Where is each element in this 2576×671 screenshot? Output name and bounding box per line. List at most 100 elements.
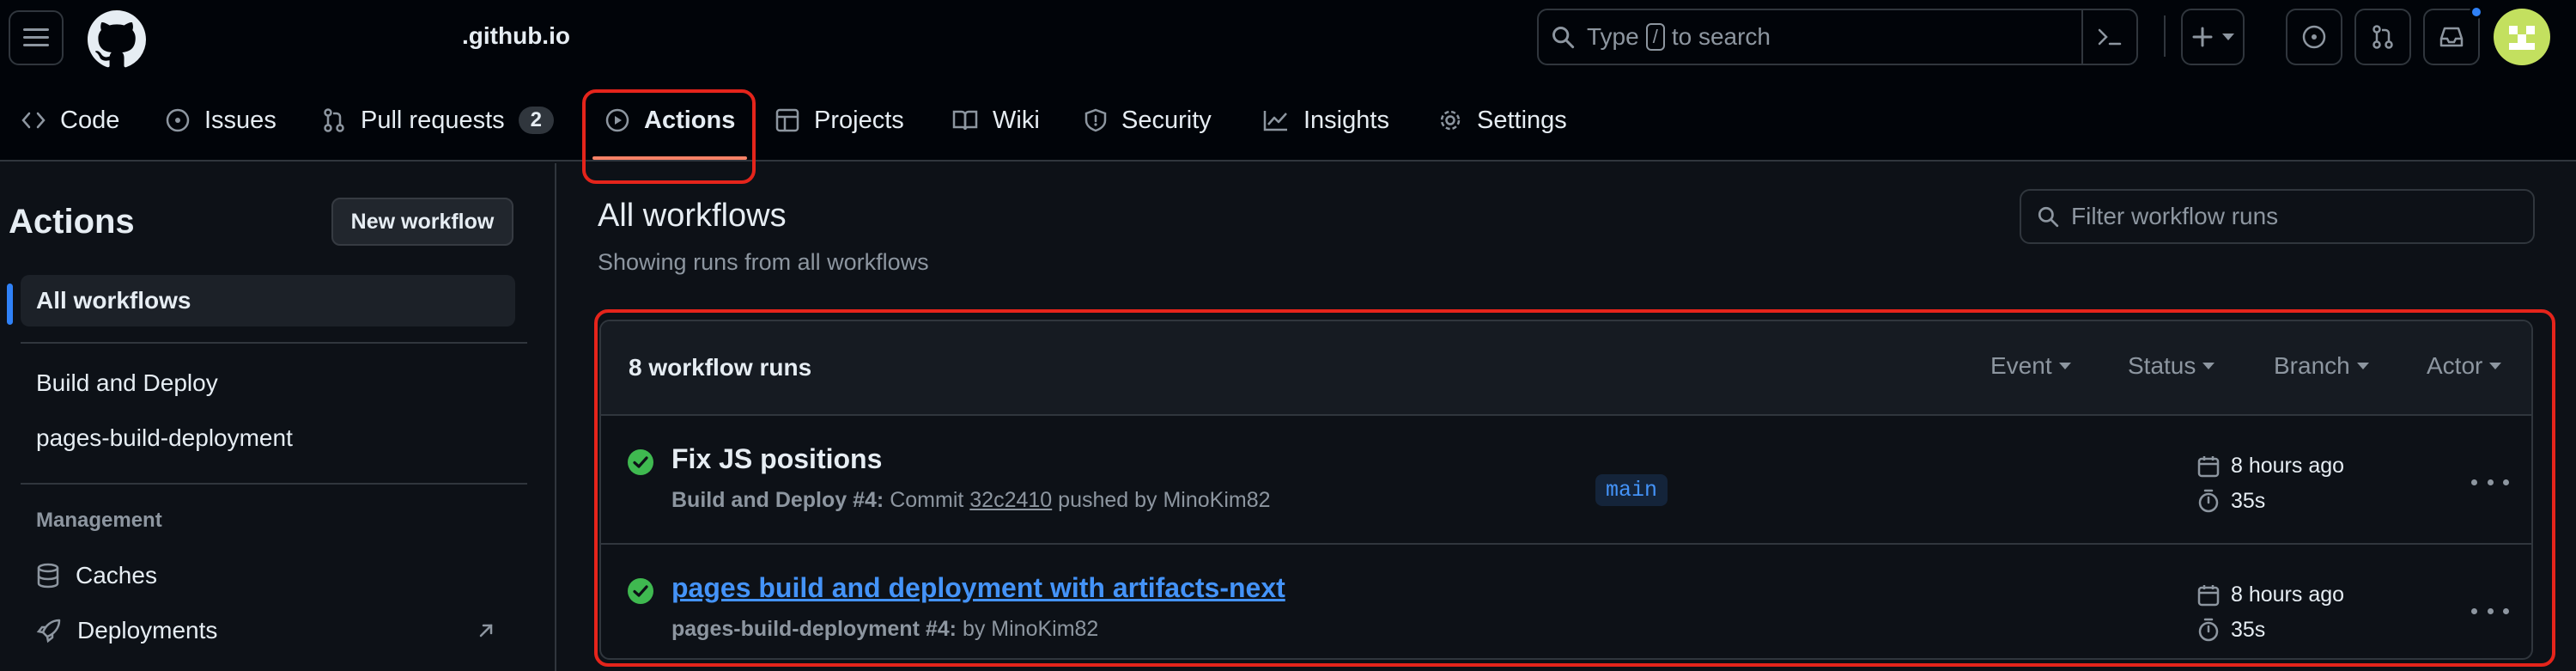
stopwatch-icon bbox=[2198, 618, 2219, 642]
chevron-down-icon bbox=[2222, 34, 2234, 40]
tab-security[interactable]: Security bbox=[1084, 95, 1212, 146]
filter-placeholder: Filter workflow runs bbox=[2071, 203, 2279, 229]
highlight-actions-tab bbox=[582, 89, 756, 184]
arrow-up-right-icon bbox=[479, 624, 493, 637]
run-time-text: 8 hours ago bbox=[2231, 583, 2345, 607]
management-heading: Management bbox=[36, 509, 162, 532]
tab-label: Pull requests bbox=[361, 106, 505, 134]
issue-opened-icon bbox=[2302, 25, 2326, 49]
run-meta: Build and Deploy #4: Commit 32c2410 push… bbox=[671, 488, 1271, 513]
chevron-down-icon bbox=[2489, 363, 2502, 369]
plus-icon bbox=[2192, 27, 2213, 47]
search-icon bbox=[2038, 206, 2059, 228]
run-duration: 35s bbox=[2196, 488, 2265, 514]
sidebar-item-deployments[interactable]: Deployments bbox=[21, 605, 515, 656]
database-icon bbox=[37, 563, 59, 589]
chevron-down-icon bbox=[2202, 363, 2215, 369]
run-meta-commit-label: Commit bbox=[890, 488, 964, 512]
calendar-icon bbox=[2197, 455, 2220, 477]
run-time-text: 8 hours ago bbox=[2231, 454, 2345, 478]
tab-label: Projects bbox=[814, 106, 904, 134]
tab-wiki[interactable]: Wiki bbox=[951, 95, 1040, 146]
commit-sha-link[interactable]: 32c2410 bbox=[969, 488, 1052, 512]
event-filter-dropdown[interactable]: Event bbox=[1990, 352, 2071, 380]
global-search-input[interactable]: Type / to search bbox=[1537, 9, 2138, 65]
search-placeholder-prefix: Type bbox=[1587, 23, 1639, 50]
run-meta-pushed-by: pushed by MinoKim82 bbox=[1058, 488, 1271, 512]
sidebar-item-label: Deployments bbox=[77, 617, 218, 644]
code-icon bbox=[21, 112, 46, 129]
workflow-runs-list: 8 workflow runs Event Status Branch Acto… bbox=[599, 320, 2533, 660]
kebab-menu-icon[interactable] bbox=[2471, 598, 2509, 624]
repo-name[interactable]: .github.io bbox=[462, 22, 570, 50]
active-indicator bbox=[7, 284, 13, 325]
run-title[interactable]: pages build and deployment with artifact… bbox=[671, 572, 1285, 604]
sidebar-title: Actions bbox=[9, 203, 135, 241]
search-placeholder-suffix: to search bbox=[1671, 23, 1771, 50]
filter-label: Event bbox=[1990, 352, 2052, 379]
hamburger-icon bbox=[23, 28, 49, 46]
filter-label: Actor bbox=[2427, 352, 2483, 379]
git-pull-request-icon bbox=[324, 108, 344, 132]
tab-code[interactable]: Code bbox=[21, 95, 119, 146]
pull-requests-button[interactable] bbox=[2354, 9, 2411, 65]
graph-icon bbox=[1263, 111, 1287, 131]
inbox-button[interactable] bbox=[2423, 5, 2483, 65]
tab-pull-requests[interactable]: Pull requests 2 bbox=[321, 95, 555, 146]
filter-label: Branch bbox=[2274, 352, 2350, 379]
command-palette-button[interactable] bbox=[2081, 10, 2136, 64]
chevron-down-icon bbox=[2356, 363, 2369, 369]
menu-button[interactable] bbox=[9, 10, 64, 65]
actor-filter-dropdown[interactable]: Actor bbox=[2427, 352, 2502, 380]
tab-label: Security bbox=[1121, 106, 1212, 134]
workflow-run-row[interactable]: pages build and deployment with artifact… bbox=[601, 546, 2531, 658]
tab-label: Issues bbox=[204, 106, 276, 134]
tab-insights[interactable]: Insights bbox=[1262, 95, 1389, 146]
git-pull-request-icon bbox=[2372, 25, 2393, 49]
filter-workflow-runs-input[interactable]: Filter workflow runs bbox=[2020, 189, 2535, 244]
status-filter-dropdown[interactable]: Status bbox=[2128, 352, 2215, 380]
user-avatar[interactable] bbox=[2494, 9, 2550, 65]
issue-opened-icon bbox=[166, 108, 190, 132]
page-title: All workflows bbox=[598, 198, 787, 234]
run-duration-text: 35s bbox=[2231, 488, 2266, 513]
issues-button[interactable] bbox=[2286, 9, 2342, 65]
workflow-run-row[interactable]: Fix JS positions Build and Deploy #4: Co… bbox=[601, 418, 2531, 545]
pull-requests-count-badge: 2 bbox=[518, 107, 555, 134]
header-divider bbox=[2164, 15, 2166, 57]
run-time: 8 hours ago bbox=[2196, 583, 2344, 607]
book-icon bbox=[952, 110, 978, 131]
new-workflow-button[interactable]: New workflow bbox=[331, 198, 513, 246]
sidebar-item-caches[interactable]: Caches bbox=[21, 550, 515, 601]
kebab-menu-icon[interactable] bbox=[2471, 469, 2509, 495]
sidebar-item-build-and-deploy[interactable]: Build and Deploy bbox=[21, 357, 515, 409]
workflow-runs-count: 8 workflow runs bbox=[629, 354, 812, 381]
run-workflow-name: Build and Deploy #4: bbox=[671, 488, 884, 512]
search-shortcut-key: / bbox=[1645, 23, 1665, 51]
chevron-down-icon bbox=[2058, 363, 2071, 369]
gear-icon bbox=[1440, 110, 1461, 131]
github-logo-icon[interactable] bbox=[88, 10, 146, 69]
stopwatch-icon bbox=[2198, 489, 2219, 513]
inbox-icon bbox=[2439, 27, 2464, 47]
branch-filter-dropdown[interactable]: Branch bbox=[2274, 352, 2369, 380]
shield-icon bbox=[1084, 108, 1107, 132]
tab-settings[interactable]: Settings bbox=[1437, 95, 1567, 146]
tab-label: Wiki bbox=[993, 106, 1040, 134]
page-subtitle: Showing runs from all workflows bbox=[598, 249, 929, 275]
tab-projects[interactable]: Projects bbox=[775, 95, 904, 146]
sidebar-item-pages-build-deployment[interactable]: pages-build-deployment bbox=[21, 412, 515, 464]
filter-label: Status bbox=[2128, 352, 2196, 379]
create-new-button[interactable] bbox=[2181, 9, 2245, 65]
calendar-icon bbox=[2197, 584, 2220, 606]
tab-issues[interactable]: Issues bbox=[165, 95, 276, 146]
sidebar-item-all-workflows[interactable]: All workflows bbox=[21, 275, 515, 326]
branch-label[interactable]: main bbox=[1595, 474, 1668, 506]
run-title[interactable]: Fix JS positions bbox=[671, 443, 882, 475]
run-duration: 35s bbox=[2196, 617, 2265, 643]
run-time: 8 hours ago bbox=[2196, 454, 2344, 479]
top-header: .github.io Type / to search Code Issues bbox=[0, 0, 2576, 184]
workflow-runs-header: 8 workflow runs Event Status Branch Acto… bbox=[601, 321, 2531, 416]
sidebar-item-label: Caches bbox=[76, 562, 157, 589]
run-meta: pages-build-deployment #4: by MinoKim82 bbox=[671, 617, 1098, 642]
